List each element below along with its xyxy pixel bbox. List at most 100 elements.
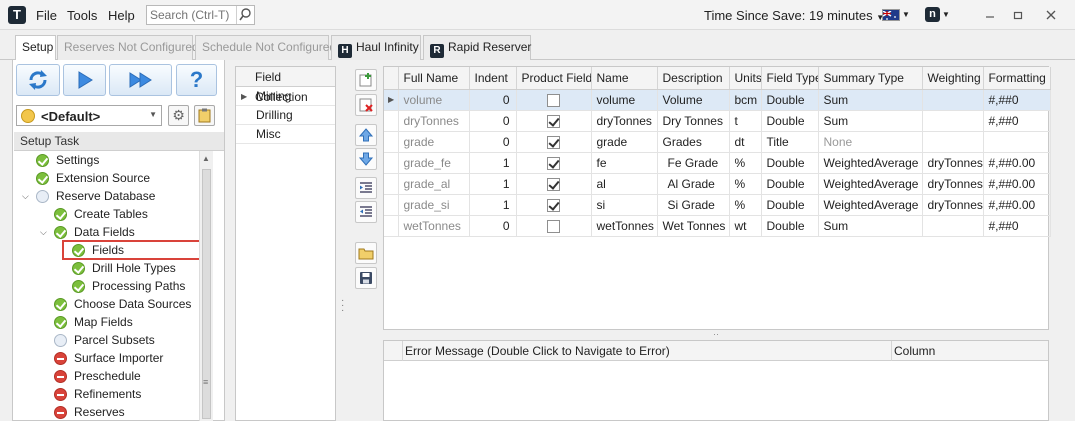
splitter-middle[interactable]: · · · <box>339 60 348 421</box>
cell-description[interactable]: Wet Tonnes <box>657 215 730 237</box>
cell-field-type[interactable]: Title <box>761 131 819 153</box>
tab-schedule[interactable]: Schedule Not Configured <box>195 35 336 60</box>
run-all-button[interactable] <box>109 64 172 96</box>
menu-file[interactable]: File <box>36 8 57 23</box>
field-collection-item[interactable]: ▶ Mining <box>236 87 335 106</box>
tree-item-processing-paths[interactable]: Processing Paths <box>14 277 199 295</box>
indent-icon[interactable] <box>355 177 377 199</box>
cell-units[interactable]: bcm <box>729 89 762 111</box>
cell-indent[interactable]: 1 <box>469 152 517 174</box>
cell-summary-type[interactable]: WeightedAverage <box>818 194 923 216</box>
cell-field-type[interactable]: Double <box>761 89 819 111</box>
tree-item-surface-importer[interactable]: Surface Importer <box>14 349 199 367</box>
add-row-icon[interactable] <box>355 69 377 91</box>
flag-icon[interactable] <box>882 9 900 21</box>
cell-indent[interactable]: 0 <box>469 110 517 132</box>
cell-description[interactable]: Dry Tonnes <box>657 110 730 132</box>
cell-units[interactable]: % <box>729 194 762 216</box>
cell-formatting[interactable]: #,##0.00 <box>983 173 1051 195</box>
tree-item-settings[interactable]: Settings <box>14 151 199 169</box>
scroll-up-icon[interactable]: ▲ <box>202 154 210 163</box>
cell-indent[interactable]: 1 <box>469 194 517 216</box>
tree-item-choose-data-sources[interactable]: Choose Data Sources <box>14 295 199 313</box>
tree-item-reserves[interactable]: Reserves <box>14 403 199 421</box>
cell-name[interactable]: wetTonnes <box>591 215 658 237</box>
column-header[interactable]: Description <box>657 67 730 90</box>
column-header-column[interactable]: Column <box>892 341 1048 361</box>
column-header[interactable]: Name <box>591 67 658 90</box>
refresh-button[interactable] <box>16 64 60 96</box>
tree-item-refinements[interactable]: Refinements <box>14 385 199 403</box>
save-icon[interactable] <box>355 267 377 289</box>
run-button[interactable] <box>63 64 106 96</box>
tree-item-preschedule[interactable]: Preschedule <box>14 367 199 385</box>
tab-setup[interactable]: Setup <box>15 35 56 61</box>
cell-summary-type[interactable]: WeightedAverage <box>818 173 923 195</box>
splitter-left[interactable] <box>226 60 234 421</box>
cell-name[interactable]: si <box>591 194 658 216</box>
menu-help[interactable]: Help <box>108 8 135 23</box>
column-header[interactable]: Units <box>729 67 762 90</box>
column-header[interactable]: Weighting <box>922 67 984 90</box>
minimize-icon[interactable] <box>982 7 998 23</box>
tree-item-reserve-database[interactable]: ⌵ Reserve Database <box>14 187 199 205</box>
tree-item-fields[interactable]: Fields <box>14 240 199 260</box>
cell-indent[interactable]: 0 <box>469 131 517 153</box>
table-row[interactable]: grade_si 1 si Si Grade % Double Weighted… <box>384 194 1051 216</box>
chevron-down-icon[interactable]: ⌵ <box>40 223 47 241</box>
cell-weighting[interactable] <box>922 215 984 237</box>
column-header[interactable]: Field Type <box>761 67 819 90</box>
field-collection-item[interactable]: Drilling <box>236 106 335 125</box>
cell-units[interactable]: % <box>729 173 762 195</box>
help-icon[interactable]: ? <box>176 64 217 96</box>
gear-icon[interactable]: ⚙ <box>168 105 189 126</box>
tree-item-create-tables[interactable]: Create Tables <box>14 205 199 223</box>
close-icon[interactable] <box>1043 7 1059 23</box>
product-field-checkbox[interactable] <box>547 219 560 233</box>
cell-summary-type[interactable]: WeightedAverage <box>818 152 923 174</box>
cell-full-name[interactable]: volume <box>398 89 470 111</box>
cell-name[interactable]: grade <box>591 131 658 153</box>
cell-name[interactable]: volume <box>591 89 658 111</box>
profile-dropdown[interactable]: <Default> ▼ <box>16 105 162 126</box>
column-header[interactable]: Product Field <box>516 67 592 90</box>
cell-formatting[interactable]: #,##0 <box>983 89 1051 111</box>
tab-rapid-reserver[interactable]: R Rapid Reserver <box>423 35 531 60</box>
column-header[interactable]: Indent <box>469 67 517 90</box>
cell-units[interactable]: % <box>729 152 762 174</box>
table-row[interactable]: wetTonnes 0 wetTonnes Wet Tonnes wt Doub… <box>384 215 1051 237</box>
cell-units[interactable]: dt <box>729 131 762 153</box>
time-since-save[interactable]: Time Since Save: 19 minutes ▼ <box>704 8 884 23</box>
tab-reserves[interactable]: Reserves Not Configured <box>57 35 199 60</box>
product-field-checkbox[interactable] <box>547 114 560 128</box>
open-folder-icon[interactable] <box>355 242 377 264</box>
tree-scrollbar[interactable]: ▲ ≡ <box>199 151 213 421</box>
cell-formatting[interactable]: #,##0.00 <box>983 194 1051 216</box>
column-header[interactable]: Formatting <box>983 67 1051 90</box>
delete-row-icon[interactable] <box>355 94 377 116</box>
cell-name[interactable]: fe <box>591 152 658 174</box>
cell-full-name[interactable]: grade_fe <box>398 152 470 174</box>
cell-units[interactable]: wt <box>729 215 762 237</box>
cell-field-type[interactable]: Double <box>761 194 819 216</box>
tree-item-extension-source[interactable]: Extension Source <box>14 169 199 187</box>
table-row[interactable]: grade 0 grade Grades dt Title None <box>384 131 1051 153</box>
product-field-checkbox[interactable] <box>547 198 560 212</box>
product-field-checkbox[interactable] <box>547 135 560 149</box>
cell-weighting[interactable] <box>922 110 984 132</box>
table-row[interactable]: dryTonnes 0 dryTonnes Dry Tonnes t Doubl… <box>384 110 1051 132</box>
product-field-checkbox[interactable] <box>547 156 560 170</box>
table-row[interactable]: ▶ volume 0 volume Volume bcm Double Sum … <box>384 89 1051 111</box>
cell-formatting[interactable]: #,##0 <box>983 215 1051 237</box>
cell-indent[interactable]: 1 <box>469 173 517 195</box>
tree-item-parcel-subsets[interactable]: Parcel Subsets <box>14 331 199 349</box>
cell-full-name[interactable]: grade_si <box>398 194 470 216</box>
cell-field-type[interactable]: Double <box>761 152 819 174</box>
cell-full-name[interactable]: wetTonnes <box>398 215 470 237</box>
cell-summary-type[interactable]: Sum <box>818 110 923 132</box>
cell-weighting[interactable]: dryTonnes <box>922 152 984 174</box>
move-up-icon[interactable] <box>355 124 377 146</box>
cell-full-name[interactable]: grade_al <box>398 173 470 195</box>
tree-item-data-fields[interactable]: ⌵ Data Fields <box>14 223 199 241</box>
move-down-icon[interactable] <box>355 148 377 170</box>
